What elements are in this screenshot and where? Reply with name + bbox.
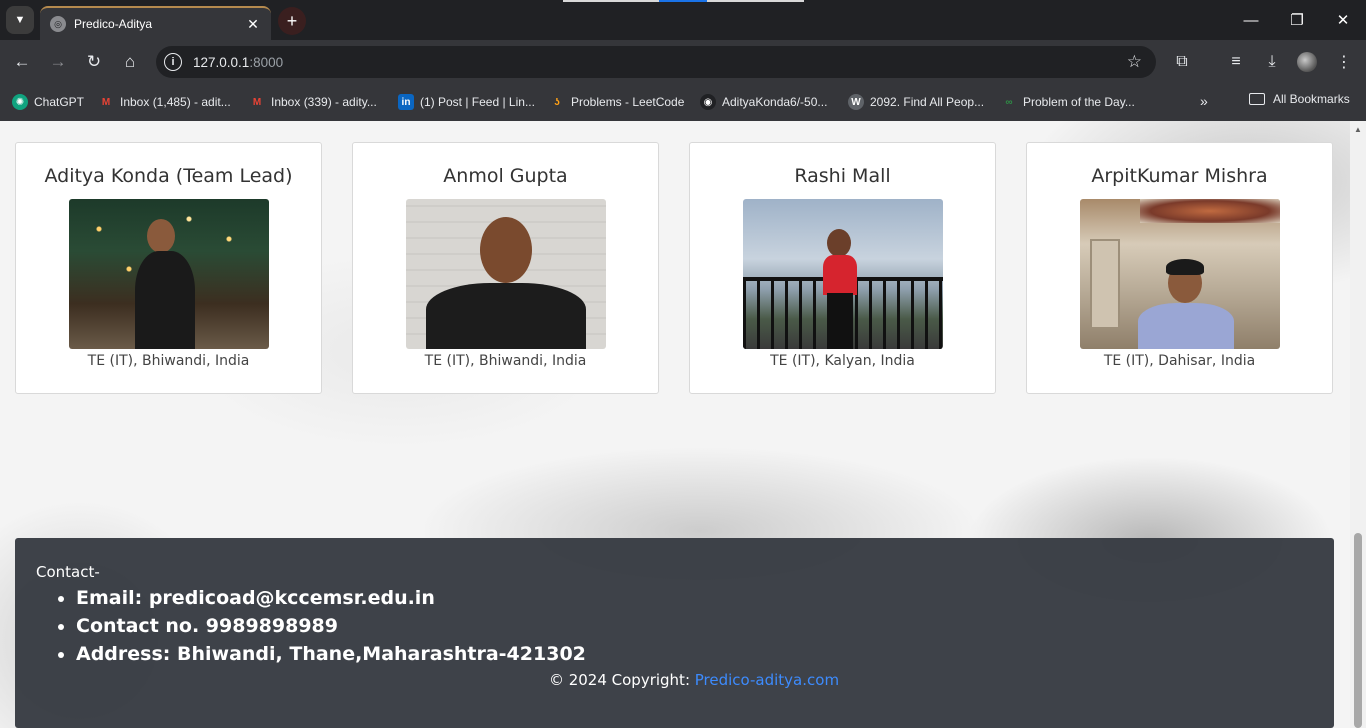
team-card: Anmol Gupta TE (IT), Bhiwandi, India [352,142,659,394]
bookmark-item[interactable]: in (1) Post | Feed | Lin... [398,92,535,112]
contact-heading: Contact- [36,563,100,581]
member-photo [68,199,269,349]
extensions-icon[interactable]: ⧉ [1168,48,1196,76]
menu-kebab-icon[interactable]: ⋮ [1330,48,1358,76]
site-footer: Contact- Email: predicoad@kccemsr.edu.in… [15,538,1334,728]
bookmark-star-icon[interactable]: ☆ [1127,52,1142,72]
url-host: 127.0.0.1 [193,54,250,70]
all-bookmarks-label: All Bookmarks [1273,92,1350,106]
bookmark-item[interactable]: ∞ Problem of the Day... [1001,92,1135,112]
member-name: Rashi Mall [794,165,891,187]
member-name: Anmol Gupta [443,165,568,187]
page-scrollbar[interactable]: ▲ [1350,121,1366,728]
site-info-icon[interactable]: i [164,53,182,71]
bookmarks-overflow-icon[interactable]: » [1200,93,1208,109]
bookmark-label: Inbox (1,485) - adit... [120,95,231,109]
browser-toolbar: ← → ↻ ⌂ i 127.0.0.1:8000 ☆ ⧉ ≡ ⤓ ⋮ [0,40,1366,84]
all-bookmarks-button[interactable]: All Bookmarks [1249,92,1350,106]
team-section: Aditya Konda (Team Lead) TE (IT), Bhiwan… [15,142,1334,394]
member-location: TE (IT), Bhiwandi, India [87,353,250,369]
url-text[interactable]: 127.0.0.1:8000 [193,55,283,70]
bookmark-item[interactable]: ʖ Problems - LeetCode [549,92,684,112]
profile-avatar[interactable] [1297,52,1317,72]
home-icon[interactable]: ⌂ [116,48,144,76]
w-icon: W [848,94,864,110]
copyright-link[interactable]: Predico-aditya.com [695,671,839,689]
member-location: TE (IT), Bhiwandi, India [424,353,587,369]
bookmark-item[interactable]: ◉ AdityaKonda6/-50... [700,92,827,112]
member-location: TE (IT), Kalyan, India [770,353,915,369]
member-name: ArpitKumar Mishra [1091,165,1268,187]
bookmark-item[interactable]: M Inbox (339) - adity... [249,92,377,112]
page-viewport: Aditya Konda (Team Lead) TE (IT), Bhiwan… [0,121,1350,728]
contact-list: Email: predicoad@kccemsr.edu.in Contact … [76,584,586,668]
forward-arrow-icon[interactable]: → [44,48,72,76]
contact-address: Address: Bhiwandi, Thane,Maharashtra-421… [76,640,586,668]
close-window-icon[interactable]: ✕ [1328,8,1358,32]
close-tab-icon[interactable]: ✕ [245,16,261,33]
address-bar[interactable]: i 127.0.0.1:8000 ☆ [156,46,1156,78]
back-arrow-icon[interactable]: ← [8,48,36,76]
tab-search-chevron-icon[interactable]: ▼ [6,6,34,34]
globe-icon: ◎ [50,16,66,32]
team-card: Rashi Mall TE (IT), Kalyan, India [689,142,996,394]
bookmark-label: AdityaKonda6/-50... [722,95,828,109]
bookmark-label: ChatGPT [34,95,85,109]
restore-icon[interactable]: ❐ [1282,8,1312,32]
gfg-icon: ∞ [1005,96,1013,108]
member-photo [405,199,606,349]
contact-email: Email: predicoad@kccemsr.edu.in [76,584,586,612]
member-photo [742,199,943,349]
bookmark-item[interactable]: M Inbox (1,485) - adit... [98,92,231,112]
bookmark-label: Inbox (339) - adity... [271,95,377,109]
loading-indicator [563,0,804,2]
media-control-icon[interactable]: ≡ [1222,48,1250,76]
copyright-text: © 2024 Copyright: [548,671,695,689]
bookmark-item[interactable]: ✺ ChatGPT [12,92,84,112]
minimize-icon[interactable]: — [1236,8,1266,32]
linkedin-icon: in [398,94,414,110]
bookmark-item[interactable]: W 2092. Find All Peop... [848,92,984,112]
leetcode-icon: ʖ [554,96,560,108]
team-card: Aditya Konda (Team Lead) TE (IT), Bhiwan… [15,142,322,394]
folder-icon [1249,93,1265,105]
tab-bar: ▼ ◎ Predico-Aditya ✕ + — ❐ ✕ [0,0,1366,40]
download-icon[interactable]: ⤓ [1258,48,1286,76]
scroll-up-arrow-icon[interactable]: ▲ [1354,125,1362,134]
tab-title: Predico-Aditya [74,17,153,31]
github-icon: ◉ [700,94,716,110]
url-port: :8000 [249,54,284,70]
bookmark-label: 2092. Find All Peop... [870,95,985,109]
member-photo [1079,199,1280,349]
team-card: ArpitKumar Mishra TE (IT), Dahisar, Indi… [1026,142,1333,394]
bookmarks-bar: ✺ ChatGPT M Inbox (1,485) - adit... M In… [0,84,1366,121]
contact-phone: Contact no. 9989898989 [76,612,586,640]
member-location: TE (IT), Dahisar, India [1103,353,1256,369]
bookmark-label: Problems - LeetCode [571,95,685,109]
active-tab[interactable]: ◎ Predico-Aditya ✕ [40,6,271,40]
bookmark-label: (1) Post | Feed | Lin... [420,95,535,109]
new-tab-button[interactable]: + [278,7,306,35]
gmail-icon: M [252,96,262,108]
member-name: Aditya Konda (Team Lead) [44,165,293,187]
bookmark-label: Problem of the Day... [1023,95,1135,109]
scrollbar-thumb[interactable] [1354,533,1362,728]
reload-icon[interactable]: ↻ [80,48,108,76]
chatgpt-icon: ✺ [12,94,28,110]
gmail-icon: M [101,96,111,108]
copyright: © 2024 Copyright: Predico-aditya.com [15,671,1350,689]
